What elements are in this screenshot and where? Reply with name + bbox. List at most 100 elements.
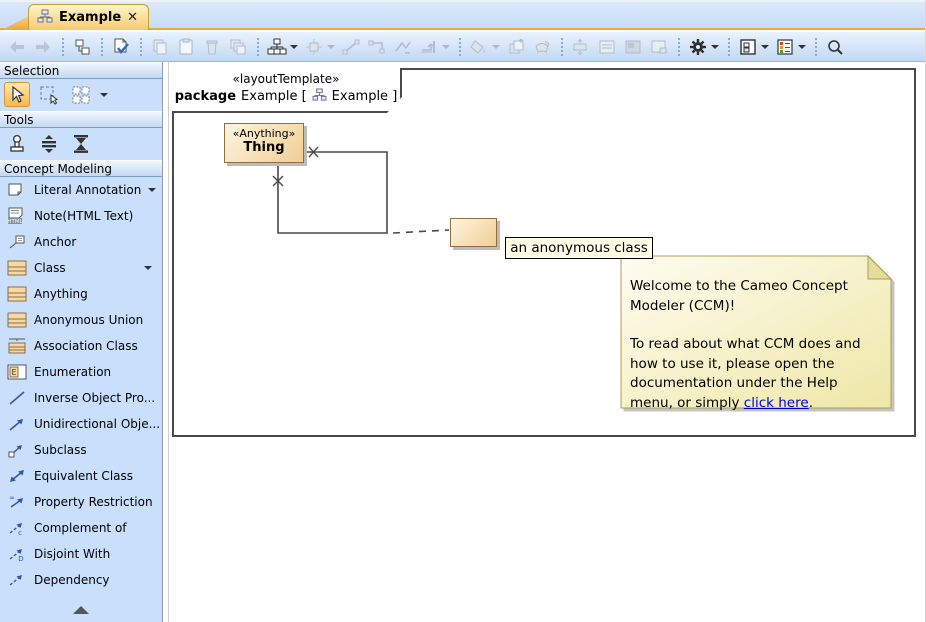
palette-item-inverse-object-property[interactable]: Inverse Object Pro... [0,385,162,411]
settings-dropdown-icon[interactable] [711,45,719,49]
delete-icon[interactable] [199,35,225,59]
literal-annotation-dropdown-icon[interactable] [148,188,156,192]
reroute-dropdown-icon[interactable] [442,45,450,49]
palette-item-subclass[interactable]: Subclass [0,437,162,463]
palette-item-class[interactable]: Class [0,255,162,281]
enumeration-icon: E [7,363,27,381]
compress-vertical-icon[interactable] [68,131,94,156]
clone-icon[interactable] [225,35,251,59]
main-toolbar [0,32,926,62]
diagram-tab-bar: Example ✕ [0,0,926,30]
frame-stereotype: «layoutTemplate» [172,72,400,86]
toolbar-separator [58,37,67,57]
diagram-canvas[interactable]: «layoutTemplate» package Example [ Exa [169,62,926,622]
palette-item-anonymous-union[interactable]: Anonymous Union [0,307,162,333]
diagram-overview-icon[interactable] [620,35,646,59]
palette-section-concept-modeling: Concept Modeling [0,160,162,177]
association-class-icon [7,337,27,355]
anonymous-union-icon [7,311,27,329]
palette-item-disjoint-with[interactable]: D Disjoint With [0,541,162,567]
class-diagram-icon [37,8,53,27]
tab-close-icon[interactable]: ✕ [127,11,138,24]
multi-select-icon[interactable] [68,82,94,107]
frame-keyword: package [175,89,236,104]
palette-item-enumeration[interactable]: E Enumeration [0,359,162,385]
toolbar-separator [557,37,566,57]
svg-text:c: c [18,529,22,536]
class-dropdown-icon[interactable] [144,266,152,270]
subclass-icon [7,441,27,459]
windows-dropdown-icon[interactable] [761,45,769,49]
class-icon [7,259,27,277]
svg-text:D: D [18,555,23,562]
click-here-link[interactable]: click here [744,395,809,411]
layout-dropdown-icon[interactable] [290,45,298,49]
select-cursor-icon[interactable] [4,82,30,107]
show-comments-icon[interactable] [594,35,620,59]
align-dropdown-icon[interactable] [327,45,335,49]
frame-name: Example [ [241,89,307,104]
toolbar-separator [455,37,464,57]
reroute-path-icon[interactable] [416,35,442,59]
toolbar-separator [811,37,820,57]
make-same-size-icon[interactable] [568,35,594,59]
thing-class-shape[interactable]: «Anything» Thing [224,123,304,163]
palette-scroll-up-icon[interactable] [73,606,89,614]
palette-item-anchor[interactable]: Anchor [0,229,162,255]
palette-item-note-html[interactable]: HTML Note(HTML Text) [0,203,162,229]
rectilinear-line-icon[interactable] [364,35,390,59]
selection-dropdown-icon[interactable] [100,93,108,97]
note-fold-corner-icon [868,256,891,279]
svg-text:E: E [11,368,16,377]
bring-forward-icon[interactable] [503,35,529,59]
diagram-windows-icon[interactable] [735,35,761,59]
dependency-icon [7,571,27,589]
palette-item-association-class[interactable]: Association Class [0,333,162,359]
palette-item-dependency[interactable]: Dependency [0,567,162,593]
marquee-select-icon[interactable] [36,82,62,107]
back-icon[interactable] [4,35,30,59]
palette-item-equivalent-class[interactable]: Equivalent Class [0,463,162,489]
property-restriction-icon: ∞ [7,493,27,511]
fill-color-dropdown-icon[interactable] [492,45,500,49]
equivalent-class-icon [7,467,27,485]
disjoint-with-icon: D [7,545,27,563]
palette-item-unidirectional-object-property[interactable]: Unidirectional Obje... [0,411,162,437]
legend-dropdown-icon[interactable] [798,45,806,49]
note-paragraph-2: To read about what CCM does and how to u… [630,335,874,413]
palette-item-anything[interactable]: Anything [0,281,162,307]
stamp-tool-icon[interactable] [4,131,30,156]
welcome-note[interactable]: Welcome to the Cameo Concept Modeler (CC… [620,255,894,411]
fill-color-icon[interactable] [466,35,492,59]
anchor-icon [7,233,27,251]
toolbar-separator [97,37,106,57]
forward-icon[interactable] [30,35,56,59]
format-painter-icon[interactable] [529,35,555,59]
containment-tree-icon[interactable] [69,35,95,59]
svg-text:HTML: HTML [7,219,23,225]
tab-example[interactable]: Example ✕ [28,4,149,30]
layout-diagram-icon[interactable] [264,35,290,59]
gear-settings-icon[interactable] [685,35,711,59]
application-window: Example ✕ [0,0,926,622]
copy-icon[interactable] [147,35,173,59]
align-shapes-icon[interactable] [301,35,327,59]
palette-item-property-restriction[interactable]: ∞ Property Restriction [0,489,162,515]
straight-line-icon[interactable] [338,35,364,59]
frame-diagram-icon [312,88,327,105]
paste-icon[interactable] [173,35,199,59]
legend-icon[interactable] [772,35,798,59]
anonymous-class-label[interactable]: an anonymous class [505,237,653,259]
oblique-line-icon[interactable] [390,35,416,59]
svg-text:∞: ∞ [9,494,15,502]
zoom-search-icon[interactable] [822,35,848,59]
validate-diagram-icon[interactable] [108,35,134,59]
palette-item-literal-annotation[interactable]: Literal Annotation [0,177,162,203]
distribute-vertical-icon[interactable] [36,131,62,156]
tab-title: Example [59,10,121,25]
show-window-icon[interactable] [646,35,672,59]
anonymous-class-shape[interactable] [450,218,497,247]
welcome-note-text: Welcome to the Cameo Concept Modeler (CC… [630,277,874,413]
concept-modeling-list: Literal Annotation HTML Note(HTML Text) [0,177,162,593]
palette-item-complement-of[interactable]: c Complement of [0,515,162,541]
